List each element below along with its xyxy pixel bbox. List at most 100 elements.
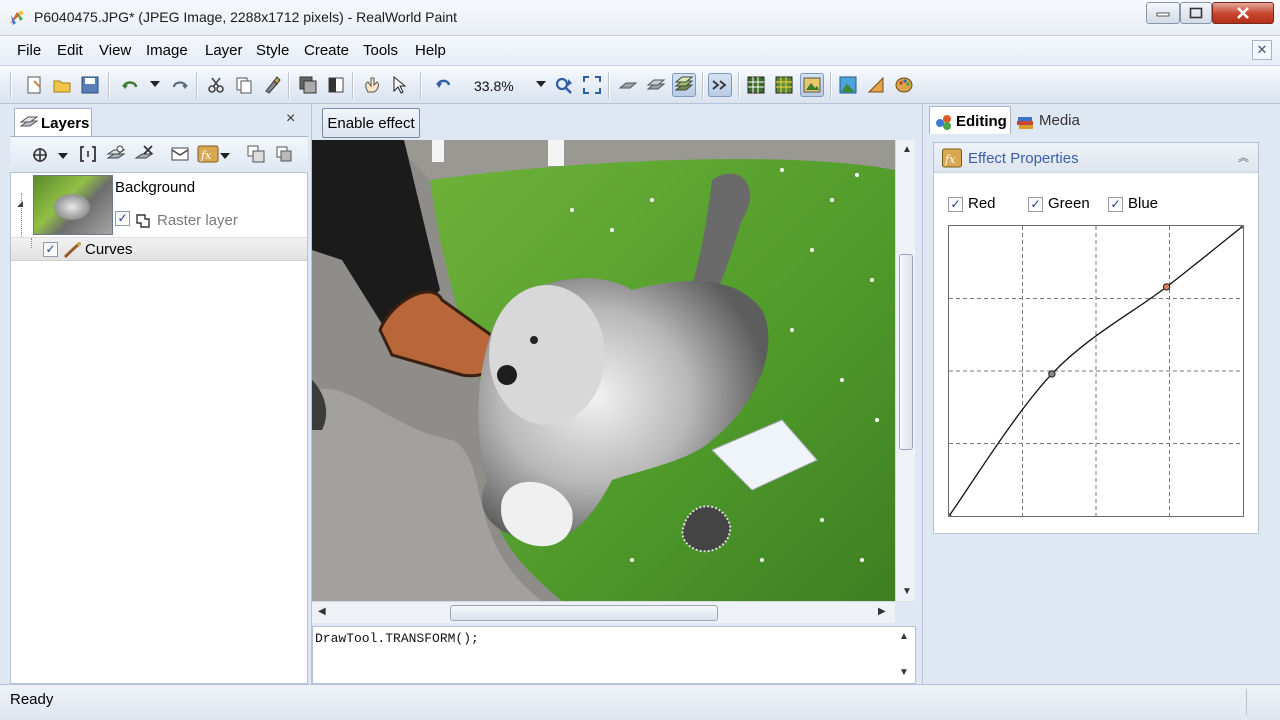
effect-properties-title: Effect Properties (968, 150, 1079, 167)
console-scroll-up-icon[interactable]: ▲ (899, 631, 909, 642)
undo-dropdown-arrow[interactable] (150, 81, 160, 87)
expand-triangle-icon[interactable] (15, 199, 25, 209)
menu-edit[interactable]: Edit (57, 42, 83, 59)
undo-icon (122, 81, 138, 89)
vertical-scrollbar[interactable]: ▲ ▼ (895, 140, 915, 601)
layer-name-background[interactable]: Background (115, 179, 195, 196)
tab-editing[interactable]: Editing (929, 106, 1011, 134)
layer-stack-active-icon (674, 76, 694, 91)
scroll-down-arrow-icon[interactable]: ▼ (902, 586, 912, 597)
menu-image[interactable]: Image (146, 42, 188, 59)
copy-button[interactable] (232, 73, 256, 97)
menu-style[interactable]: Style (256, 42, 289, 59)
horizontal-scrollbar[interactable]: ◀ ▶ (312, 601, 895, 623)
background-layer-thumbnail[interactable] (33, 175, 113, 235)
grid-color-icon (775, 76, 793, 94)
redo-icon (172, 81, 188, 89)
layer-effect-button[interactable]: fx (196, 142, 220, 166)
layer-stack-active-button[interactable] (672, 73, 696, 97)
scroll-left-arrow-icon[interactable]: ◀ (318, 606, 326, 617)
new-button[interactable] (22, 73, 46, 97)
curve-control-point[interactable] (1240, 225, 1244, 229)
main-toolbar: 33.8% (0, 66, 1280, 104)
enable-effect-button[interactable]: Enable effect (322, 108, 420, 138)
layer-flat-icon (618, 82, 638, 89)
script-console[interactable]: DrawTool.TRANSFORM(); ▲ ▼ (312, 626, 916, 684)
console-scroll-down-icon[interactable]: ▼ (899, 667, 909, 678)
grid-button[interactable] (744, 73, 768, 97)
open-button[interactable] (50, 73, 74, 97)
horizontal-scroll-thumb[interactable] (450, 605, 718, 621)
effect-properties-header[interactable]: fx Effect Properties ︽ (934, 143, 1258, 173)
layer-mask-button[interactable] (168, 142, 192, 166)
menu-tools[interactable]: Tools (363, 42, 398, 59)
paste-button[interactable] (260, 73, 284, 97)
merge-down-button[interactable] (244, 142, 268, 166)
curves-layer-checkbox[interactable]: ✓ (43, 242, 58, 257)
chair-leg (432, 140, 444, 162)
layer-multi-button[interactable] (644, 73, 668, 97)
vertical-scroll-thumb[interactable] (899, 254, 913, 450)
panel-close-button[interactable]: × (286, 110, 295, 128)
tab-editing-label: Editing (956, 113, 1007, 130)
zoom-in-button[interactable] (552, 73, 576, 97)
layer-row-curves[interactable]: ✓ Curves (11, 237, 307, 261)
green-channel-checkbox[interactable]: ✓ (1028, 197, 1043, 212)
scroll-up-arrow-icon[interactable]: ▲ (902, 144, 912, 155)
hand-tool-button[interactable] (360, 73, 384, 97)
add-layer-button[interactable] (28, 142, 52, 166)
grid-color-button[interactable] (772, 73, 796, 97)
blue-channel-checkbox[interactable]: ✓ (1108, 197, 1123, 212)
transform-button[interactable] (708, 73, 732, 97)
duplicate-layer-button[interactable] (104, 142, 128, 166)
menu-help[interactable]: Help (415, 42, 446, 59)
document-close-button[interactable]: ✕ (1252, 40, 1272, 60)
menu-create[interactable]: Create (304, 42, 349, 59)
curve-control-point[interactable] (1048, 370, 1056, 378)
curves-editor[interactable] (948, 225, 1244, 517)
menu-file[interactable]: File (17, 42, 41, 59)
collapse-chevron-icon[interactable]: ︽ (1238, 149, 1249, 165)
pointer-tool-button[interactable] (388, 73, 412, 97)
blue-channel-label: Blue (1128, 195, 1159, 212)
raster-layer-label: Raster layer (157, 212, 238, 229)
flatten-button[interactable] (272, 142, 296, 166)
add-layer-dropdown-arrow[interactable] (58, 153, 68, 159)
image-picture-button[interactable] (836, 73, 860, 97)
ruler-button[interactable] (864, 73, 888, 97)
cut-button[interactable] (204, 73, 228, 97)
layer-flat-button[interactable] (616, 73, 640, 97)
grayscale-button[interactable] (324, 73, 348, 97)
layer-bounds-button[interactable] (76, 142, 100, 166)
layers-button[interactable] (296, 73, 320, 97)
layer-multi-icon (646, 79, 666, 90)
curve-control-point[interactable] (948, 513, 952, 517)
image-frame-button[interactable] (800, 73, 824, 97)
menu-layer[interactable]: Layer (205, 42, 243, 59)
layer-effect-dropdown-arrow[interactable] (220, 153, 230, 159)
close-button[interactable] (1212, 2, 1274, 24)
save-button[interactable] (78, 73, 102, 97)
image-canvas[interactable] (312, 140, 895, 601)
redo-button[interactable] (168, 73, 192, 97)
palette-button[interactable] (892, 73, 916, 97)
undo-button[interactable] (118, 73, 142, 97)
raster-layer-checkbox[interactable]: ✓ (115, 211, 130, 226)
zoom-level[interactable]: 33.8% (474, 78, 514, 94)
minimize-button[interactable] (1146, 2, 1180, 24)
layer-stack-icon (299, 76, 317, 94)
red-channel-checkbox[interactable]: ✓ (948, 197, 963, 212)
fit-screen-button[interactable] (580, 73, 604, 97)
tab-layers[interactable]: Layers (14, 108, 92, 136)
layers-panel: Layers × fx Background ✓ Raster layer ✓ … (0, 104, 312, 684)
editing-tab-icon (936, 115, 951, 130)
zoom-dropdown-arrow[interactable] (536, 81, 546, 87)
maximize-button[interactable] (1180, 2, 1212, 24)
tab-media[interactable]: Media (1013, 106, 1087, 134)
delete-layer-button[interactable] (132, 142, 156, 166)
menu-view[interactable]: View (99, 42, 131, 59)
scroll-right-arrow-icon[interactable]: ▶ (878, 606, 886, 617)
transform-icon (712, 80, 727, 90)
zoom-out-button[interactable] (432, 73, 456, 97)
curve-control-point[interactable] (1162, 283, 1171, 291)
